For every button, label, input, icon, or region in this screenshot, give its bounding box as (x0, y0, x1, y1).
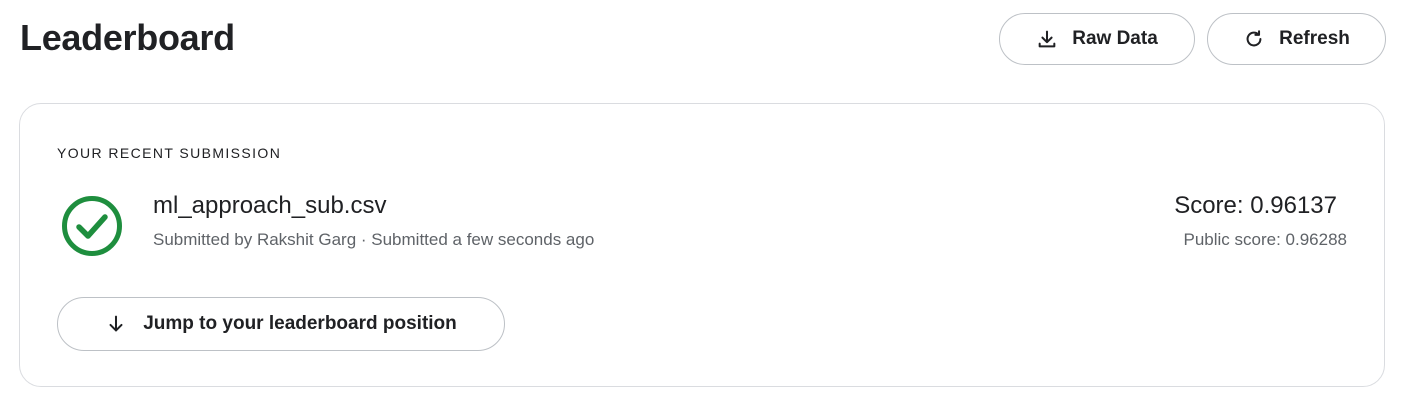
submission-meta: Submitted by Rakshit Garg · Submitted a … (153, 230, 595, 249)
refresh-label: Refresh (1279, 28, 1350, 49)
private-score: Score: 0.96137 (1174, 192, 1337, 219)
raw-data-label: Raw Data (1072, 28, 1158, 49)
leaderboard-page: Leaderboard Raw Data Refresh YOUR RECENT… (0, 0, 1413, 405)
section-label: YOUR RECENT SUBMISSION (57, 145, 282, 161)
arrow-down-icon (105, 313, 127, 335)
page-title: Leaderboard (20, 17, 235, 58)
public-score: Public score: 0.96288 (1183, 230, 1348, 249)
submission-file-name: ml_approach_sub.csv (153, 192, 387, 219)
recent-submission-card: YOUR RECENT SUBMISSION ml_approach_sub.c… (19, 103, 1385, 387)
download-icon (1036, 28, 1058, 50)
refresh-button[interactable]: Refresh (1207, 13, 1386, 65)
refresh-icon (1243, 28, 1265, 50)
jump-to-position-button[interactable]: Jump to your leaderboard position (57, 297, 505, 351)
jump-label: Jump to your leaderboard position (143, 313, 457, 334)
header-actions: Raw Data Refresh (999, 13, 1386, 65)
raw-data-button[interactable]: Raw Data (999, 13, 1195, 65)
check-circle-icon (61, 195, 123, 257)
